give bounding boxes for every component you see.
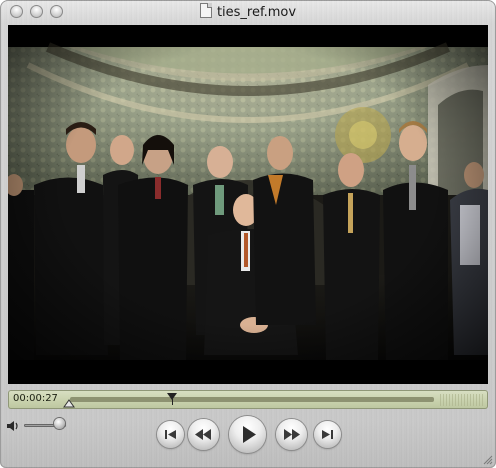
fast-forward-button[interactable] (276, 419, 307, 450)
play-button[interactable] (229, 416, 266, 453)
transport-controls (0, 412, 496, 468)
volume-knob[interactable] (54, 418, 66, 429)
playhead-stem (171, 399, 173, 405)
go-to-end-button[interactable] (314, 421, 341, 448)
rewind-button[interactable] (188, 419, 219, 450)
resize-grip-icon[interactable] (481, 453, 493, 465)
movie-document-icon (199, 3, 212, 18)
timeline-track[interactable] (70, 397, 434, 402)
window-title-text: ties_ref.mov (216, 5, 297, 20)
play-icon (243, 426, 256, 443)
timeline-scrubber[interactable]: 00:00:27 (8, 390, 488, 409)
selection-start-marker[interactable] (63, 398, 75, 408)
go-to-end-icon (322, 430, 333, 439)
title-bar[interactable]: ties_ref.mov (0, 0, 496, 24)
speaker-icon[interactable] (6, 420, 20, 432)
window-title: ties_ref.mov (0, 3, 496, 20)
fast-forward-icon (284, 429, 300, 440)
timeline-grip (440, 394, 484, 406)
rewind-icon (195, 429, 211, 440)
video-frame[interactable] (8, 25, 488, 384)
go-to-start-icon (165, 430, 176, 439)
current-time: 00:00:27 (13, 393, 58, 404)
video-content (8, 25, 488, 384)
quicktime-window: ties_ref.mov 00:00:27 (0, 0, 496, 468)
go-to-start-button[interactable] (157, 421, 184, 448)
